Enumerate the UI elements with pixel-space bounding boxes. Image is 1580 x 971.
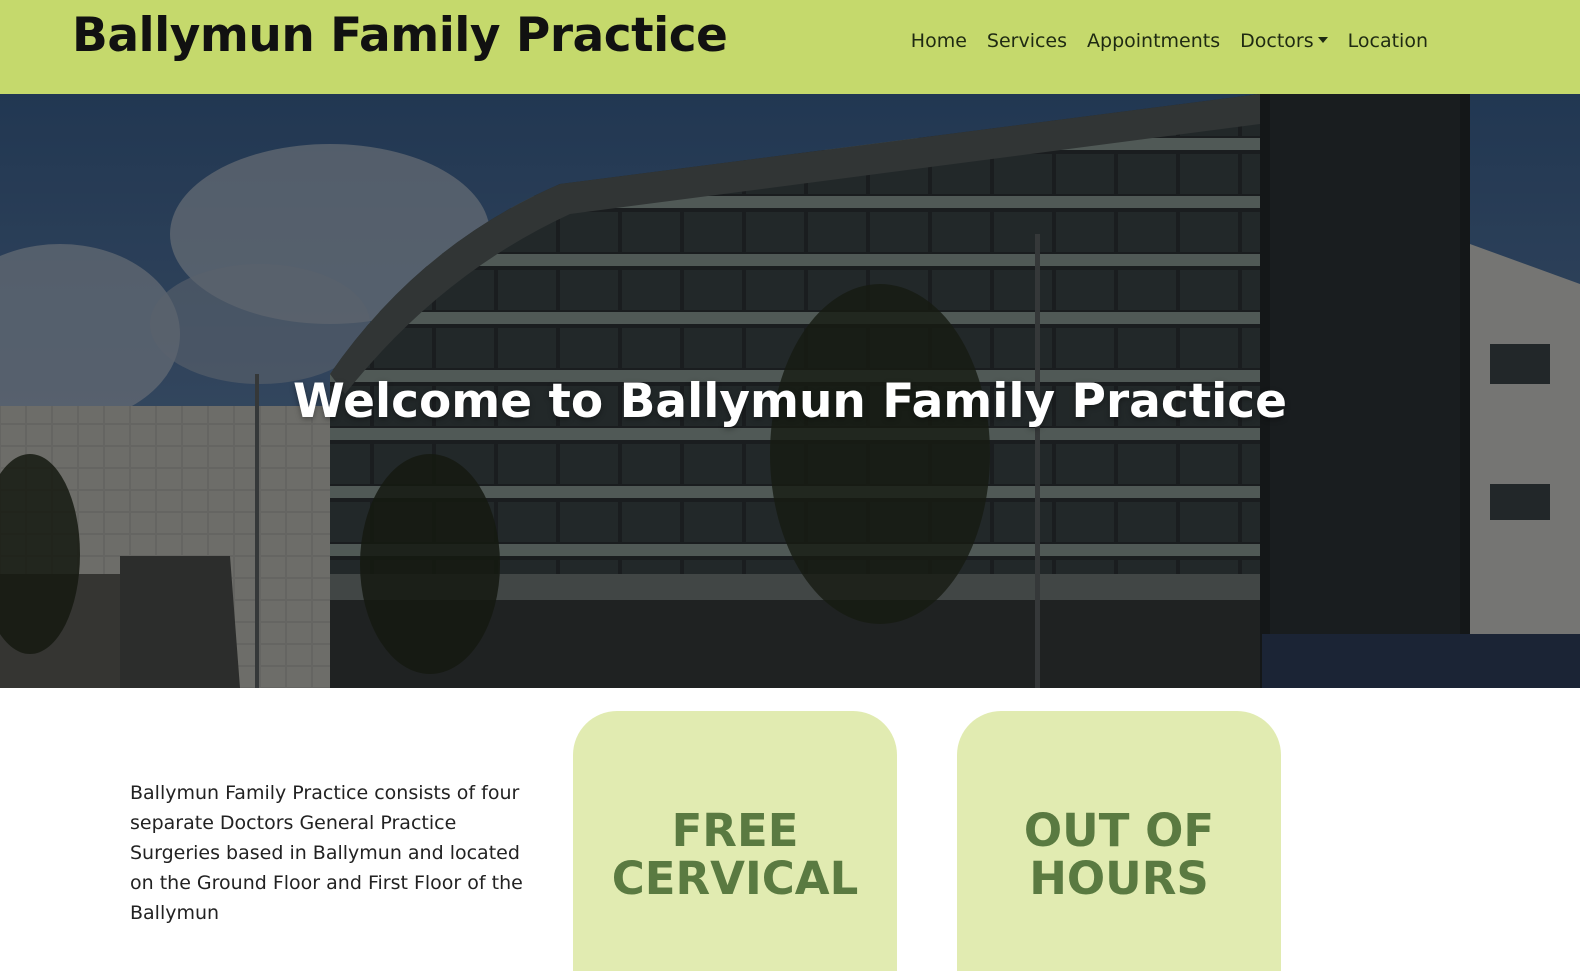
brand-link[interactable]: Ballymun Family Practice bbox=[72, 8, 728, 63]
nav-doctors-label: Doctors bbox=[1240, 30, 1314, 52]
intro-paragraph: Ballymun Family Practice consists of fou… bbox=[130, 782, 523, 924]
caret-down-icon bbox=[1317, 37, 1328, 43]
hero-banner: Welcome to Ballymun Family Practice bbox=[0, 94, 1580, 688]
nav-doctors-dropdown[interactable]: Doctors bbox=[1230, 30, 1338, 52]
free-cervical-card[interactable]: FREE CERVICAL bbox=[573, 711, 897, 971]
nav-menu: Home Services Appointments Doctors Locat… bbox=[901, 30, 1438, 52]
card-title: FREE CERVICAL bbox=[611, 804, 859, 905]
nav-appointments[interactable]: Appointments bbox=[1077, 30, 1230, 52]
nav-services[interactable]: Services bbox=[977, 30, 1077, 52]
nav-location[interactable]: Location bbox=[1338, 30, 1438, 52]
nav-home[interactable]: Home bbox=[901, 30, 977, 52]
navbar: Ballymun Family Practice Home Services A… bbox=[0, 0, 1580, 94]
card-title: OUT OF HOURS bbox=[1023, 804, 1215, 905]
hero-heading: Welcome to Ballymun Family Practice bbox=[292, 374, 1288, 429]
out-of-hours-card[interactable]: OUT OF HOURS bbox=[957, 711, 1281, 971]
